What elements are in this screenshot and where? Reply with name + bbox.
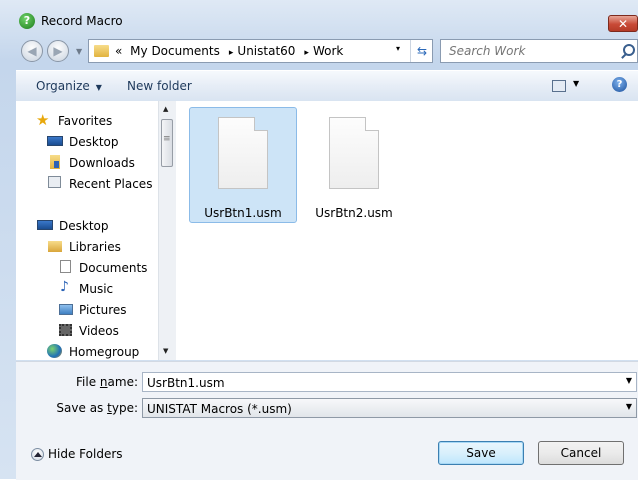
file-name-label: File name:	[66, 375, 138, 389]
save-panel: File name: UsrBtn1.usm ▼ Save as type: U…	[16, 361, 638, 480]
nav-desktop-root-label: Desktop	[59, 219, 109, 233]
chevron-down-icon: ▼	[95, 83, 102, 92]
folder-icon	[94, 45, 109, 57]
desktop-icon	[47, 136, 63, 146]
record-macro-dialog: ? Record Macro ✕ ◀ ▶ ▼ « My Documents ▸ Un…	[0, 0, 638, 480]
file-name-field[interactable]: UsrBtn1.usm ▼	[142, 372, 637, 392]
new-folder-button[interactable]: New folder	[127, 79, 192, 93]
search-icon[interactable]	[623, 44, 635, 56]
nav-recent-places-label: Recent Places	[69, 177, 153, 191]
chevron-up-icon	[31, 448, 44, 461]
address-bar[interactable]: « My Documents ▸ Unistat60 ▸ Work ▾ ⇆	[88, 39, 433, 63]
refresh-icon[interactable]: ⇆	[410, 40, 433, 62]
organize-label: Organize	[36, 79, 90, 93]
hide-folders-label: Hide Folders	[48, 447, 123, 461]
file-list: UsrBtn1.usm UsrBtn2.usm	[176, 101, 638, 360]
hide-folders-button[interactable]: Hide Folders	[31, 447, 123, 461]
file-name: UsrBtn1.usm	[204, 206, 282, 220]
nav-videos-label: Videos	[79, 324, 119, 338]
chevron-down-icon[interactable]: ▼	[626, 376, 632, 385]
libraries-icon	[48, 241, 62, 252]
file-name-label-accel: n	[99, 375, 108, 389]
nav-desktop-label: Desktop	[69, 135, 119, 149]
save-as-type-label-text: Save as	[56, 401, 108, 415]
nav-favorites-label: Favorites	[58, 114, 113, 128]
nav-pictures-label: Pictures	[79, 303, 127, 317]
desktop-icon	[37, 220, 53, 230]
scrollbar-thumb[interactable]	[161, 119, 173, 167]
save-as-type-value: UNISTAT Macros (*.usm)	[147, 402, 292, 416]
change-view-icon[interactable]	[552, 80, 566, 92]
back-button[interactable]: ◀	[21, 40, 43, 62]
save-button[interactable]: Save	[438, 441, 524, 465]
command-bar: Organize ▼ New folder ▼ ?	[16, 70, 638, 102]
forward-button[interactable]: ▶	[47, 40, 69, 62]
window-title: Record Macro	[41, 14, 123, 28]
nav-documents-label: Documents	[79, 261, 148, 275]
breadcrumb-separator[interactable]: ▸	[229, 48, 234, 58]
save-as-type-label-text: ype:	[111, 401, 138, 415]
file-item[interactable]: UsrBtn2.usm	[300, 107, 408, 223]
file-name-label-text: File	[76, 375, 100, 389]
download-arrow-icon	[54, 161, 59, 168]
homegroup-icon	[47, 344, 62, 358]
breadcrumb-separator[interactable]: ▸	[304, 48, 309, 58]
document-icon	[329, 117, 379, 189]
file-item[interactable]: UsrBtn1.usm	[189, 107, 297, 223]
title-bar: ? Record Macro ✕	[0, 0, 638, 34]
save-as-type-label: Save as type:	[46, 401, 138, 415]
scroll-up-icon[interactable]: ▲	[163, 105, 168, 113]
breadcrumb-overflow[interactable]: «	[115, 44, 122, 58]
search-box[interactable]	[440, 39, 638, 63]
navigation-pane: ★ Favorites Desktop Downloads Recent Pla…	[16, 101, 174, 360]
chevron-down-icon[interactable]: ▼	[626, 402, 632, 411]
breadcrumb: « My Documents ▸ Unistat60 ▸ Work	[115, 44, 347, 58]
address-dropdown-icon[interactable]: ▾	[396, 44, 400, 53]
search-input[interactable]	[447, 43, 611, 59]
recent-locations-dropdown[interactable]: ▼	[76, 47, 82, 56]
nav-libraries-label: Libraries	[69, 240, 121, 254]
music-icon: ♪	[60, 279, 69, 295]
star-icon: ★	[36, 111, 50, 129]
scroll-down-icon[interactable]: ▼	[163, 347, 168, 355]
documents-icon	[60, 260, 71, 273]
organize-button[interactable]: Organize ▼	[36, 79, 102, 93]
cancel-button[interactable]: Cancel	[538, 441, 624, 465]
navigation-scrollbar[interactable]: ▲ ▼	[158, 101, 176, 360]
document-icon	[218, 117, 268, 189]
breadcrumb-work[interactable]: Work	[313, 44, 343, 58]
recent-places-icon	[48, 176, 61, 188]
view-options-dropdown[interactable]: ▼	[573, 79, 579, 88]
breadcrumb-unistat60[interactable]: Unistat60	[237, 44, 295, 58]
close-button[interactable]: ✕	[608, 15, 638, 32]
file-name-label-text: ame:	[107, 375, 138, 389]
nav-homegroup-label: Homegroup	[69, 345, 140, 359]
nav-downloads-label: Downloads	[69, 156, 135, 170]
help-button[interactable]: ?	[612, 77, 627, 92]
app-icon: ?	[19, 13, 35, 29]
file-name: UsrBtn2.usm	[315, 206, 393, 220]
videos-icon	[59, 324, 72, 336]
pictures-icon	[59, 304, 73, 315]
save-as-type-select[interactable]: UNISTAT Macros (*.usm) ▼	[142, 398, 637, 418]
nav-music-label: Music	[79, 282, 114, 296]
file-name-value[interactable]: UsrBtn1.usm	[147, 376, 225, 390]
breadcrumb-my-documents[interactable]: My Documents	[130, 44, 220, 58]
